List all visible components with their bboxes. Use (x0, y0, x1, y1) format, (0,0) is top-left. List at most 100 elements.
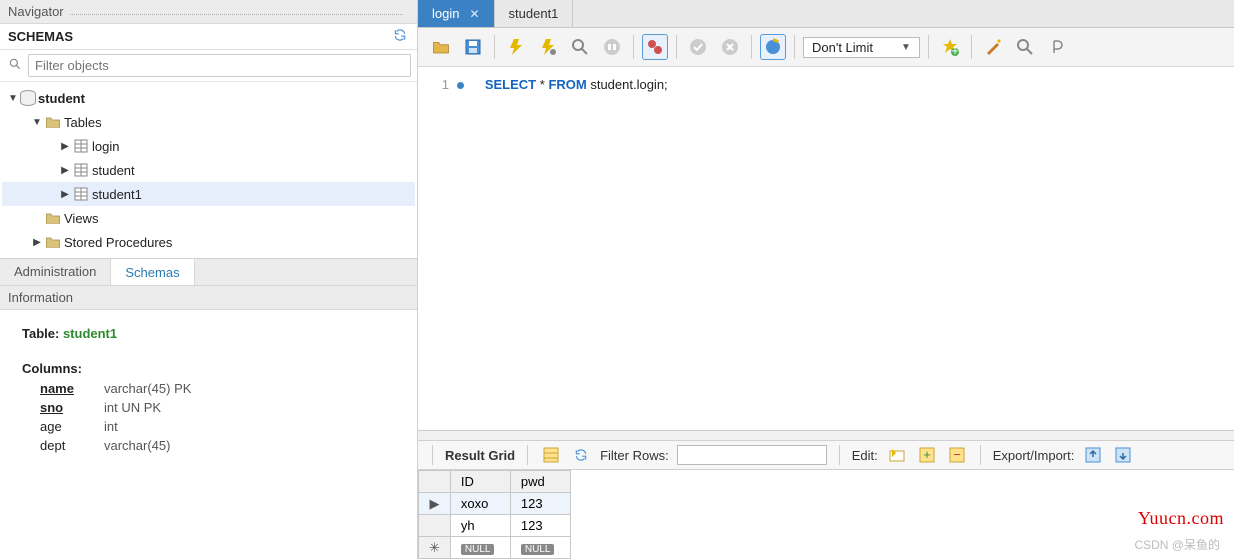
delete-row-icon[interactable]: − (946, 445, 968, 465)
column-type: varchar(45) PK (104, 380, 191, 399)
chevron-right-icon[interactable]: ▶ (58, 141, 72, 152)
limit-label: Don't Limit (812, 40, 873, 55)
add-row-icon[interactable]: + (916, 445, 938, 465)
grid-cell[interactable]: 123 (510, 515, 570, 537)
editor-code[interactable]: SELECT * FROM student.login; (474, 75, 1234, 430)
open-file-button[interactable] (428, 34, 454, 60)
chevron-down-icon[interactable]: ▼ (6, 93, 20, 104)
null-badge: NULL (461, 544, 495, 555)
explain-button[interactable] (567, 34, 593, 60)
grid-view-icon[interactable] (540, 445, 562, 465)
commit-button[interactable] (685, 34, 711, 60)
watermark-csdn: CSDN @呆鱼的 (1134, 536, 1220, 553)
find-button[interactable] (1012, 34, 1038, 60)
sql-editor[interactable]: 1 SELECT * FROM student.login; (418, 67, 1234, 430)
tree-label: Views (64, 211, 98, 226)
tab-administration[interactable]: Administration (0, 259, 111, 285)
table-icon (72, 137, 90, 155)
column-type: int UN PK (104, 399, 161, 418)
information-body: Table: student1 Columns: namevarchar(45)… (0, 310, 417, 471)
tree-label: Tables (64, 115, 102, 130)
grid-new-row[interactable]: ✳ NULL NULL (419, 537, 571, 559)
folder-icon (44, 209, 62, 227)
column-header[interactable]: ID (450, 471, 510, 493)
column-row: age int (40, 418, 395, 437)
tree-tables-folder[interactable]: ▼ Tables (2, 110, 415, 134)
schemas-bar: SCHEMAS (0, 24, 417, 50)
editor-tab-student1[interactable]: student1 (495, 0, 574, 27)
edit-label: Edit: (852, 448, 878, 463)
result-grid[interactable]: ID pwd ▶ xoxo 123 yh 123 ✳ NULL NULL (418, 470, 571, 559)
grid-cell[interactable]: 123 (510, 493, 570, 515)
result-grid-container: ID pwd ▶ xoxo 123 yh 123 ✳ NULL NULL (418, 470, 1234, 559)
grid-cell[interactable]: xoxo (450, 493, 510, 515)
chevron-down-icon[interactable]: ▼ (30, 117, 44, 128)
toggle-autocommit-button[interactable] (642, 34, 668, 60)
close-icon[interactable]: ✕ (469, 7, 479, 21)
info-table-line: Table: student1 (22, 326, 395, 341)
table-icon (72, 185, 90, 203)
execute-button[interactable] (503, 34, 529, 60)
editor-tab-login[interactable]: login ✕ (418, 0, 495, 27)
navigator-title: Navigator (8, 4, 64, 19)
execute-step-button[interactable] (535, 34, 561, 60)
export-icon[interactable] (1082, 445, 1104, 465)
editor-tabs: login ✕ student1 (418, 0, 1234, 28)
chevron-right-icon[interactable]: ▶ (30, 237, 44, 248)
row-header-corner (419, 471, 451, 493)
breakpoint-dot-icon[interactable] (457, 82, 464, 89)
grid-cell-null[interactable]: NULL (510, 537, 570, 559)
tree-label: login (92, 139, 119, 154)
tree-table-student[interactable]: ▶ student (2, 158, 415, 182)
info-table-name: student1 (63, 326, 117, 341)
watermark-brand: Yuucn.com (1138, 508, 1224, 529)
new-row-icon[interactable]: ✳ (419, 537, 451, 559)
filter-rows-input[interactable] (677, 445, 827, 465)
tree-views-folder[interactable]: ▶ Views (2, 206, 415, 230)
column-header[interactable]: pwd (510, 471, 570, 493)
schema-tree[interactable]: ▼ student ▼ Tables ▶ login ▶ student (0, 82, 417, 258)
pane-divider[interactable] (418, 430, 1234, 440)
save-button[interactable] (460, 34, 486, 60)
grid-cell-null[interactable]: NULL (450, 537, 510, 559)
tree-table-student1[interactable]: ▶ student1 (2, 182, 415, 206)
grid-row[interactable]: yh 123 (419, 515, 571, 537)
folder-icon (44, 113, 62, 131)
refresh-icon[interactable] (570, 445, 592, 465)
row-cursor-icon[interactable]: ▶ (419, 493, 451, 515)
edit-row-icon[interactable] (886, 445, 908, 465)
line-number: 1 (442, 77, 449, 92)
chevron-right-icon[interactable]: ▶ (58, 165, 72, 176)
beautify-button[interactable] (980, 34, 1006, 60)
toggle-invisible-button[interactable] (1044, 34, 1070, 60)
tree-sp-folder[interactable]: ▶ Stored Procedures (2, 230, 415, 254)
row-header[interactable] (419, 515, 451, 537)
favorite-button[interactable]: + (937, 34, 963, 60)
svg-text:+: + (923, 447, 931, 462)
toolbar-separator (676, 35, 677, 59)
information-header: Information (0, 285, 417, 310)
editor-tab-label: login (432, 6, 459, 21)
tree-db-student[interactable]: ▼ student (2, 86, 415, 110)
tab-schemas[interactable]: Schemas (111, 259, 194, 285)
result-grid-label: Result Grid (445, 448, 515, 463)
limit-rows-select[interactable]: Don't Limit ▼ (803, 37, 920, 58)
code-line[interactable]: SELECT * FROM student.login; (474, 75, 1234, 95)
column-type: int (104, 418, 118, 437)
column-name: age (40, 418, 88, 437)
toggle-limit-button[interactable] (760, 34, 786, 60)
grid-row[interactable]: ▶ xoxo 123 (419, 493, 571, 515)
chevron-right-icon[interactable]: ▶ (58, 189, 72, 200)
rollback-button[interactable] (717, 34, 743, 60)
table-icon (72, 161, 90, 179)
refresh-icon[interactable] (393, 28, 407, 45)
grid-cell[interactable]: yh (450, 515, 510, 537)
filter-objects-input[interactable] (28, 54, 411, 77)
tree-label: student (92, 163, 135, 178)
import-icon[interactable] (1112, 445, 1134, 465)
toolbar-separator (980, 445, 981, 465)
tree-table-login[interactable]: ▶ login (2, 134, 415, 158)
schemas-title: SCHEMAS (8, 29, 73, 44)
stop-button[interactable] (599, 34, 625, 60)
tree-label: Stored Procedures (64, 235, 172, 250)
